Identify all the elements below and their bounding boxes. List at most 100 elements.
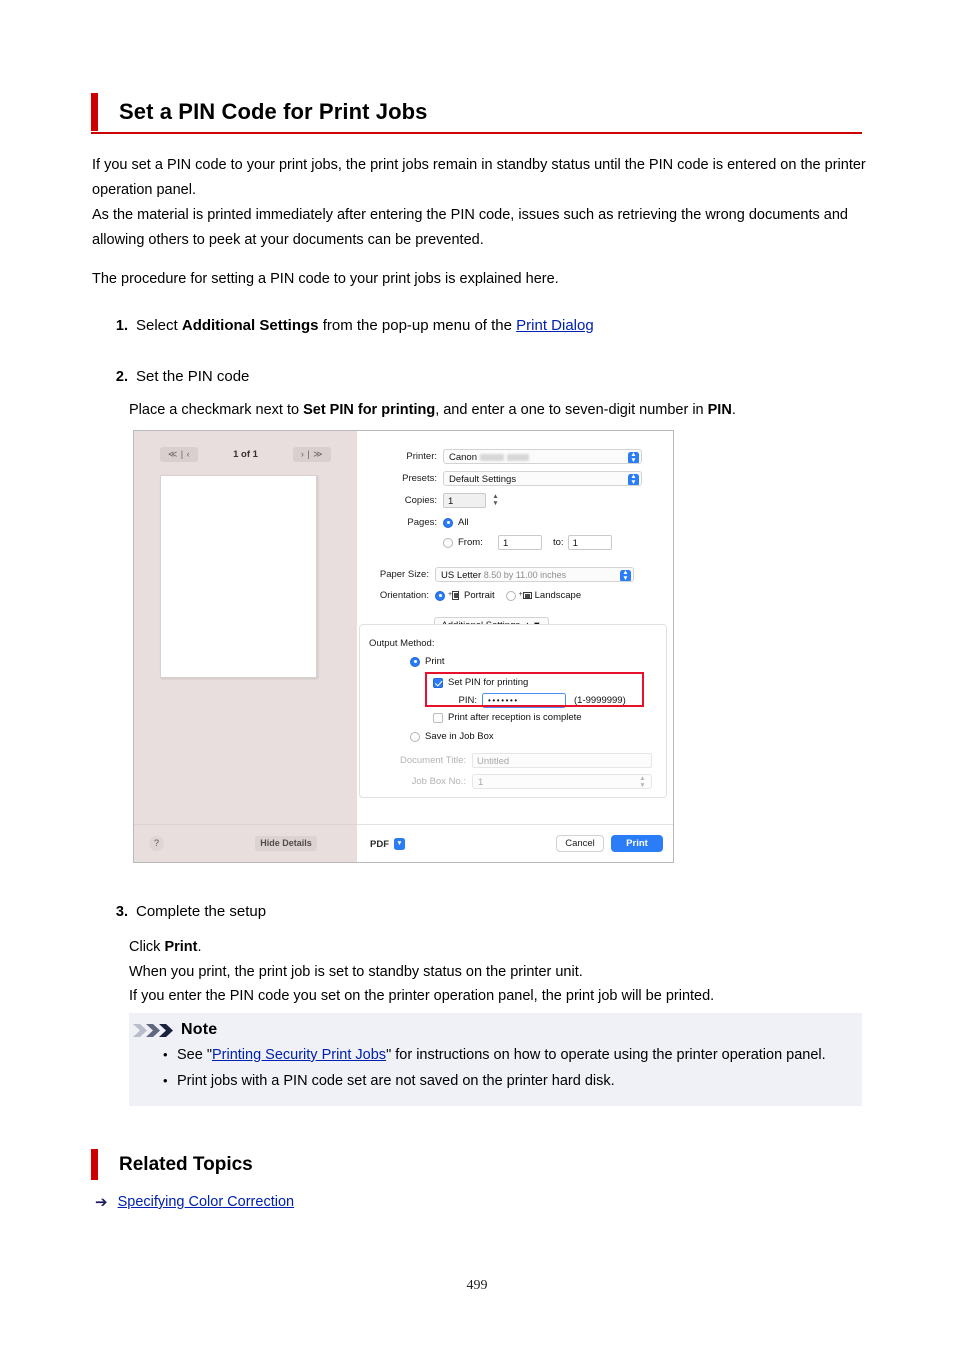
related-topics-block: Related Topics bbox=[91, 1148, 862, 1181]
preview-navigation: 1 of 1 ≪ | ‹ › | ≫ bbox=[134, 447, 357, 463]
step-2-description: Place a checkmark next to Set PIN for pr… bbox=[129, 398, 864, 423]
printing-security-print-jobs-link[interactable]: Printing Security Print Jobs bbox=[212, 1047, 386, 1063]
save-in-job-box-row: Save in Job Box bbox=[410, 731, 494, 742]
intro-line-2: As the material is printed immediately a… bbox=[92, 207, 848, 248]
print-settings-pane: Printer: Canon ▲ ▼ Presets: Default Setti… bbox=[357, 431, 673, 824]
intro-line-1: If you set a PIN code to your print jobs… bbox=[92, 157, 866, 198]
pages-range-radio[interactable] bbox=[443, 537, 453, 548]
print-dialog-link[interactable]: Print Dialog bbox=[516, 317, 594, 334]
pages-from-input[interactable]: 1 bbox=[498, 535, 542, 550]
title-underline-rule bbox=[91, 132, 862, 134]
job-box-no-select[interactable]: 1 ▲ ▼ bbox=[472, 774, 652, 789]
step-1-bold: Additional Settings bbox=[181, 317, 319, 334]
related-topics-accent-bar bbox=[91, 1149, 98, 1180]
copies-input[interactable]: 1 bbox=[443, 493, 486, 508]
page-title-block: Set a PIN Code for Print Jobs bbox=[91, 93, 862, 134]
paper-size-value: US Letter bbox=[441, 570, 482, 581]
presets-select[interactable]: Default Settings ▲ ▼ bbox=[443, 471, 642, 486]
step-2: 2. Set the PIN code bbox=[106, 365, 866, 389]
note-item: See "Printing Security Print Jobs" for i… bbox=[163, 1043, 848, 1068]
note-header: Note bbox=[129, 1013, 862, 1041]
step-2-desc-bold-2: PIN bbox=[707, 402, 732, 418]
step-1-number: 1. bbox=[115, 318, 128, 334]
copies-stepper[interactable]: ▲ ▼ bbox=[490, 493, 501, 508]
document-title-label: Document Title: bbox=[400, 755, 466, 766]
paper-size-select[interactable]: US Letter 8.50 by 11.00 inches ▲ ▼ bbox=[435, 567, 634, 582]
printer-label: Printer: bbox=[406, 451, 437, 462]
print-after-reception-checkbox[interactable] bbox=[433, 712, 443, 723]
print-button[interactable]: Print bbox=[611, 835, 663, 852]
step-2-desc-mid: , and enter a one to seven-digit number … bbox=[435, 402, 708, 418]
paper-size-chevron-down-icon[interactable]: ▲ ▼ bbox=[620, 569, 631, 581]
printer-chevron-down-icon[interactable]: ▲ ▼ bbox=[628, 451, 639, 463]
additional-settings-panel bbox=[359, 624, 667, 798]
orientation-landscape-radio[interactable] bbox=[505, 590, 516, 601]
print-after-reception-row: Print after reception is complete bbox=[433, 712, 582, 723]
step-3-line-1-end: . bbox=[197, 939, 202, 955]
step-1-text-before: Select bbox=[136, 317, 182, 334]
step-2-desc-bold-1: Set PIN for printing bbox=[303, 402, 436, 418]
pin-highlight-box bbox=[425, 672, 644, 707]
pdf-chevron-down-icon[interactable]: ▼ bbox=[394, 838, 405, 850]
related-topic-row: ➔ Specifying Color Correction bbox=[95, 1194, 294, 1210]
orientation-portrait-label: Portrait bbox=[464, 590, 495, 601]
note-list: See "Printing Security Print Jobs" for i… bbox=[129, 1043, 862, 1106]
pages-all-label: All bbox=[458, 517, 469, 528]
step-3-number: 3. bbox=[115, 904, 128, 920]
step-2-title: Set the PIN code bbox=[136, 368, 250, 385]
portrait-icon bbox=[448, 590, 460, 601]
print-after-reception-label: Print after reception is complete bbox=[448, 712, 582, 723]
document-title-input[interactable]: Untitled bbox=[472, 753, 652, 768]
orientation-landscape-label: Landscape bbox=[534, 590, 582, 601]
presets-value: Default Settings bbox=[449, 474, 517, 485]
preview-prev-button[interactable]: ≪ | ‹ bbox=[160, 447, 198, 462]
printer-select[interactable]: Canon ▲ ▼ bbox=[443, 449, 642, 464]
job-box-no-value: 1 bbox=[478, 777, 484, 788]
save-in-job-box-radio[interactable] bbox=[410, 731, 420, 742]
preview-next-button[interactable]: › | ≫ bbox=[293, 447, 331, 462]
job-box-no-row: Job Box No.: 1 ▲ ▼ bbox=[369, 774, 664, 789]
printer-value: Canon bbox=[449, 452, 477, 463]
orientation-portrait-radio[interactable] bbox=[435, 590, 445, 601]
job-box-no-stepper-icon[interactable]: ▲ ▼ bbox=[637, 775, 648, 788]
step-3-description: Click Print. When you print, the print j… bbox=[129, 935, 864, 1009]
pdf-button[interactable]: PDF ▼ bbox=[370, 836, 405, 852]
note-box: Note See "Printing Security Print Jobs" … bbox=[129, 1013, 862, 1106]
presets-chevron-down-icon[interactable]: ▲ ▼ bbox=[628, 473, 639, 485]
note-title: Note bbox=[181, 1021, 218, 1038]
print-option-row: Print bbox=[410, 656, 445, 667]
note-item: Print jobs with a PIN code set are not s… bbox=[163, 1069, 848, 1094]
paper-size-row: Paper Size: US Letter 8.50 by 11.00 inch… bbox=[357, 567, 657, 582]
pages-label: Pages: bbox=[407, 517, 437, 528]
step-2-number: 2. bbox=[115, 369, 128, 385]
dialog-footer-left: ? Hide Details bbox=[134, 824, 357, 862]
copies-label: Copies: bbox=[404, 495, 437, 506]
job-box-no-label: Job Box No.: bbox=[411, 776, 466, 787]
step-3-line-1-bold: Print bbox=[164, 939, 198, 955]
help-button[interactable]: ? bbox=[149, 836, 164, 851]
print-option-label: Print bbox=[425, 656, 445, 667]
step-3: 3. Complete the setup bbox=[106, 900, 866, 924]
print-radio[interactable] bbox=[410, 656, 420, 667]
step-1: 1. Select Additional Settings from the p… bbox=[106, 314, 866, 338]
step-3-line-3: If you enter the PIN code you set on the… bbox=[129, 988, 715, 1004]
specifying-color-correction-link[interactable]: Specifying Color Correction bbox=[118, 1194, 295, 1210]
hide-details-button[interactable]: Hide Details bbox=[255, 836, 317, 851]
output-method-label: Output Method: bbox=[369, 638, 435, 649]
cancel-button[interactable]: Cancel bbox=[556, 835, 604, 852]
print-preview-pane: 1 of 1 ≪ | ‹ › | ≫ bbox=[134, 431, 357, 824]
note-item-0-before: See " bbox=[177, 1047, 212, 1063]
page-title: Set a PIN Code for Print Jobs bbox=[119, 99, 428, 124]
pages-to-input[interactable]: 1 bbox=[567, 535, 612, 550]
related-topics-title: Related Topics bbox=[119, 1154, 253, 1175]
orientation-label: Orientation: bbox=[379, 590, 429, 601]
title-accent-bar bbox=[91, 93, 98, 131]
pages-to-label: to: bbox=[553, 537, 564, 548]
pages-from-label: From: bbox=[458, 537, 483, 548]
step-1-body: Select Additional Settings from the pop-… bbox=[136, 314, 866, 338]
pages-range-row: From: 1 to: 1 bbox=[357, 535, 667, 550]
step-3-title: Complete the setup bbox=[136, 903, 267, 920]
step-3-line-1-before: Click bbox=[129, 939, 165, 955]
page-number: 499 bbox=[466, 1278, 488, 1293]
pages-all-radio[interactable] bbox=[443, 517, 453, 528]
